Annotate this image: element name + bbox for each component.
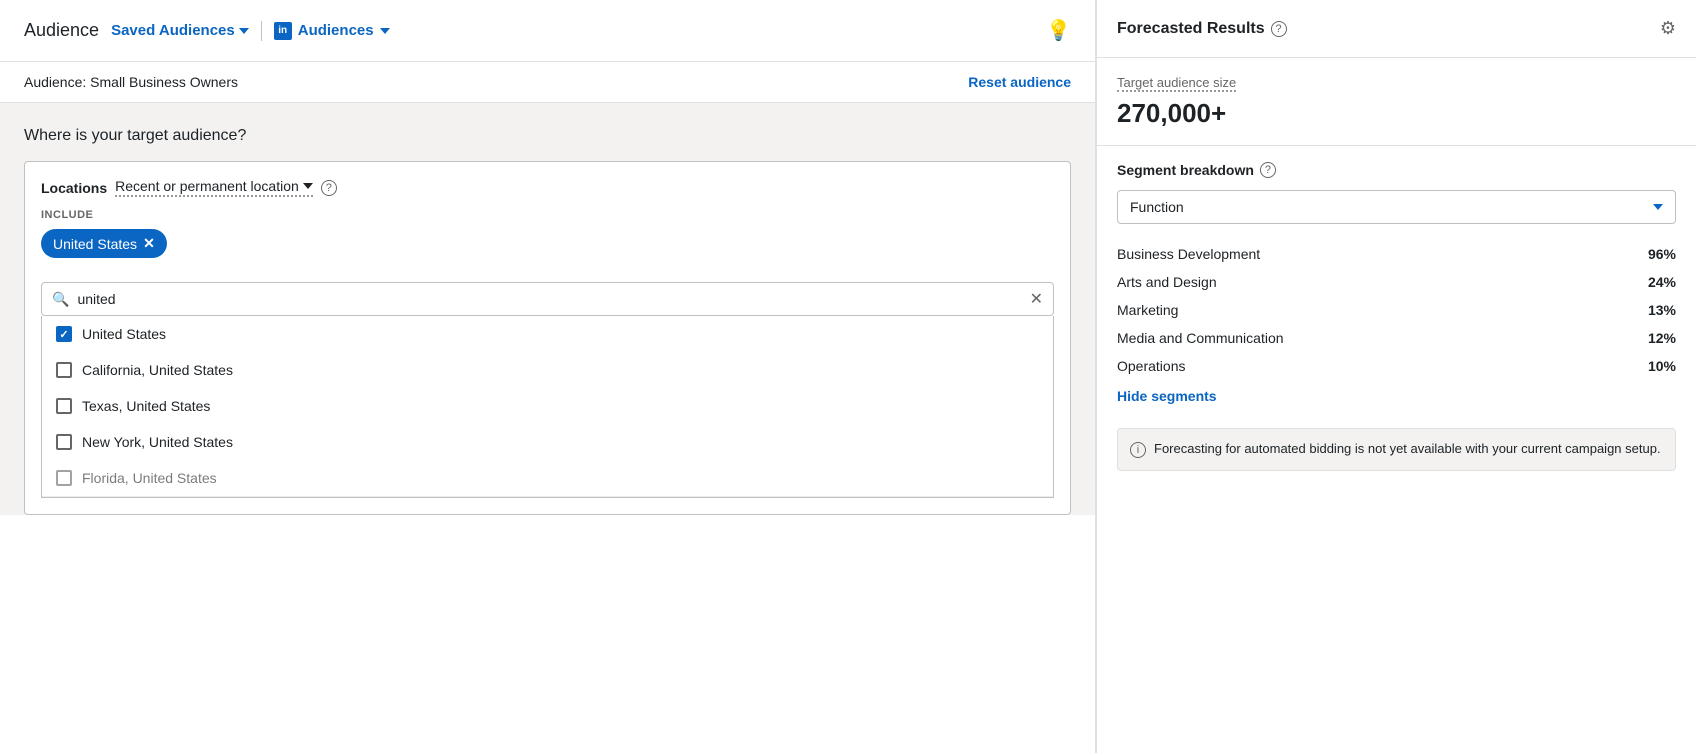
segment-dropdown-value: Function	[1130, 199, 1184, 215]
forecasted-title-row: Forecasted Results ?	[1117, 20, 1287, 38]
location-help-icon[interactable]: ?	[321, 180, 337, 196]
segment-row: Marketing 13%	[1117, 296, 1676, 324]
segment-row: Business Development 96%	[1117, 240, 1676, 268]
list-item[interactable]: ✓ United States	[42, 316, 1053, 352]
gear-icon[interactable]: ⚙	[1660, 18, 1676, 39]
tag-remove-icon[interactable]: ✕	[143, 235, 155, 252]
list-item[interactable]: New York, United States	[42, 424, 1053, 460]
forecasting-note: i Forecasting for automated bidding is n…	[1117, 428, 1676, 471]
reset-audience-button[interactable]: Reset audience	[968, 74, 1071, 90]
segment-pct: 10%	[1648, 358, 1676, 374]
search-icon: 🔍	[52, 291, 69, 308]
audience-name-text: Audience: Small Business Owners	[24, 74, 238, 90]
segment-name: Business Development	[1117, 246, 1260, 262]
info-icon: i	[1130, 442, 1146, 458]
segment-dropdown-chevron-icon	[1653, 204, 1663, 210]
segment-name: Arts and Design	[1117, 274, 1217, 290]
audiences-label: Audiences	[298, 22, 374, 39]
list-item[interactable]: Florida, United States	[42, 460, 1053, 497]
search-input[interactable]	[77, 291, 1021, 307]
location-type-label: Recent or permanent location	[115, 178, 299, 194]
where-title: Where is your target audience?	[24, 127, 1071, 145]
segment-row: Media and Communication 12%	[1117, 324, 1676, 352]
segment-pct: 24%	[1648, 274, 1676, 290]
linkedin-icon: in	[274, 22, 292, 40]
audience-title: Audience	[24, 20, 99, 41]
locations-label: Locations	[41, 180, 107, 196]
search-row: 🔍 ✕	[41, 282, 1054, 316]
locations-header: Locations Recent or permanent location ?	[41, 178, 1054, 197]
location-type-chevron-icon	[303, 183, 313, 189]
target-audience-size: 270,000+	[1117, 98, 1676, 129]
segment-section: Segment breakdown ? Function Business De…	[1097, 146, 1696, 428]
item-label: Florida, United States	[82, 470, 217, 486]
item-label: California, United States	[82, 362, 233, 378]
forecasting-note-text: Forecasting for automated bidding is not…	[1154, 441, 1661, 456]
main-panel: Audience Saved Audiences in Audiences 💡 …	[0, 0, 1096, 753]
list-item[interactable]: Texas, United States	[42, 388, 1053, 424]
segment-name: Marketing	[1117, 302, 1178, 318]
header-divider	[261, 21, 262, 41]
audience-header: Audience Saved Audiences in Audiences 💡	[0, 0, 1095, 62]
location-dropdown-list: ✓ United States California, United State…	[41, 316, 1054, 498]
check-icon: ✓	[59, 328, 68, 341]
audiences-chevron-icon	[380, 28, 390, 34]
segment-title-row: Segment breakdown ?	[1117, 162, 1676, 178]
tag-label: United States	[53, 236, 137, 252]
locations-box: Locations Recent or permanent location ?…	[24, 161, 1071, 515]
segment-name: Media and Communication	[1117, 330, 1284, 346]
checkbox-new-york[interactable]	[56, 434, 72, 450]
segment-pct: 13%	[1648, 302, 1676, 318]
saved-audiences-button[interactable]: Saved Audiences	[111, 22, 249, 39]
segment-breakdown-title: Segment breakdown	[1117, 162, 1254, 178]
where-section: Where is your target audience? Locations…	[0, 103, 1095, 515]
bulb-icon[interactable]: 💡	[1046, 18, 1071, 43]
segment-row: Arts and Design 24%	[1117, 268, 1676, 296]
target-audience-label: Target audience size	[1117, 75, 1236, 92]
item-label: Texas, United States	[82, 398, 210, 414]
checkbox-california[interactable]	[56, 362, 72, 378]
forecasted-title: Forecasted Results	[1117, 20, 1265, 38]
segment-help-icon[interactable]: ?	[1260, 162, 1276, 178]
right-panel: Forecasted Results ? ⚙ Target audience s…	[1096, 0, 1696, 753]
include-label: INCLUDE	[41, 209, 1054, 221]
segment-row: Operations 10%	[1117, 352, 1676, 380]
target-section: Target audience size 270,000+	[1097, 58, 1696, 146]
saved-audiences-label: Saved Audiences	[111, 22, 235, 39]
location-type-button[interactable]: Recent or permanent location	[115, 178, 313, 197]
checkbox-texas[interactable]	[56, 398, 72, 414]
checkbox-united-states[interactable]: ✓	[56, 326, 72, 342]
li-audiences-button[interactable]: in Audiences	[274, 22, 390, 40]
list-item[interactable]: California, United States	[42, 352, 1053, 388]
forecasted-help-icon[interactable]: ?	[1271, 21, 1287, 37]
item-label: United States	[82, 326, 166, 342]
segment-dropdown[interactable]: Function	[1117, 190, 1676, 224]
forecasted-header: Forecasted Results ? ⚙	[1097, 0, 1696, 58]
united-states-tag[interactable]: United States ✕	[41, 229, 167, 258]
clear-search-icon[interactable]: ✕	[1030, 289, 1043, 309]
hide-segments-button[interactable]: Hide segments	[1117, 380, 1217, 412]
segment-pct: 96%	[1648, 246, 1676, 262]
audience-name-bar: Audience: Small Business Owners Reset au…	[0, 62, 1095, 103]
checkbox-florida[interactable]	[56, 470, 72, 486]
segment-name: Operations	[1117, 358, 1185, 374]
saved-audiences-chevron-icon	[239, 28, 249, 34]
segment-pct: 12%	[1648, 330, 1676, 346]
item-label: New York, United States	[82, 434, 233, 450]
